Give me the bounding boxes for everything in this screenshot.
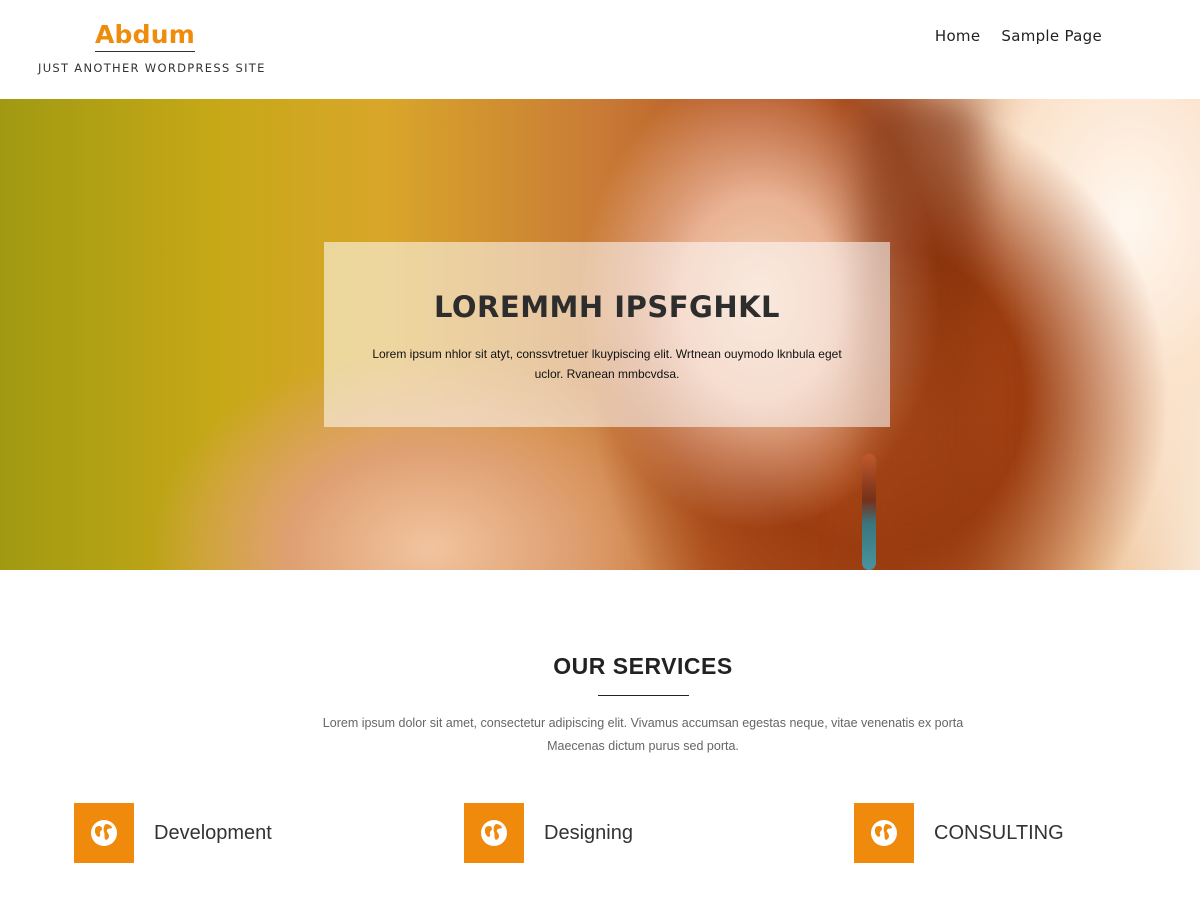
hero-banner: LOREMMH IPSFGHKL Lorem ipsum nhlor sit a… <box>0 99 1200 570</box>
service-label: Development <box>154 821 272 844</box>
service-label: Designing <box>544 821 633 844</box>
service-item-consulting[interactable]: CONSULTING <box>854 803 1064 863</box>
service-icon-box <box>74 803 134 863</box>
site-header: Abdum JUST ANOTHER WORDPRESS SITE Home S… <box>0 0 1200 99</box>
hero-caption-box: LOREMMH IPSFGHKL Lorem ipsum nhlor sit a… <box>324 242 890 427</box>
globe-icon <box>871 820 897 846</box>
nav-item-home[interactable]: Home <box>935 27 981 45</box>
site-title-link[interactable]: Abdum <box>95 20 195 52</box>
services-title: OUR SERVICES <box>553 653 733 679</box>
services-section: OUR SERVICES Lorem ipsum dolor sit amet,… <box>0 570 1200 900</box>
main-navigation: Home Sample Page <box>935 27 1102 45</box>
service-item-development[interactable]: Development <box>74 803 272 863</box>
hero-text: Lorem ipsum nhlor sit atyt, conssvtretue… <box>372 347 842 381</box>
service-item-designing[interactable]: Designing <box>464 803 633 863</box>
services-title-divider <box>598 695 689 696</box>
services-description: Lorem ipsum dolor sit amet, consectetur … <box>322 716 964 753</box>
nav-item-sample-page[interactable]: Sample Page <box>1001 27 1102 45</box>
site-description: JUST ANOTHER WORDPRESS SITE <box>38 61 266 75</box>
globe-icon <box>481 820 507 846</box>
service-icon-box <box>854 803 914 863</box>
service-icon-box <box>464 803 524 863</box>
service-label: CONSULTING <box>934 821 1064 844</box>
globe-icon <box>91 820 117 846</box>
hero-title: LOREMMH IPSFGHKL <box>433 290 781 324</box>
hero-image-earring <box>862 454 876 570</box>
site-branding: Abdum JUST ANOTHER WORDPRESS SITE <box>38 20 266 75</box>
